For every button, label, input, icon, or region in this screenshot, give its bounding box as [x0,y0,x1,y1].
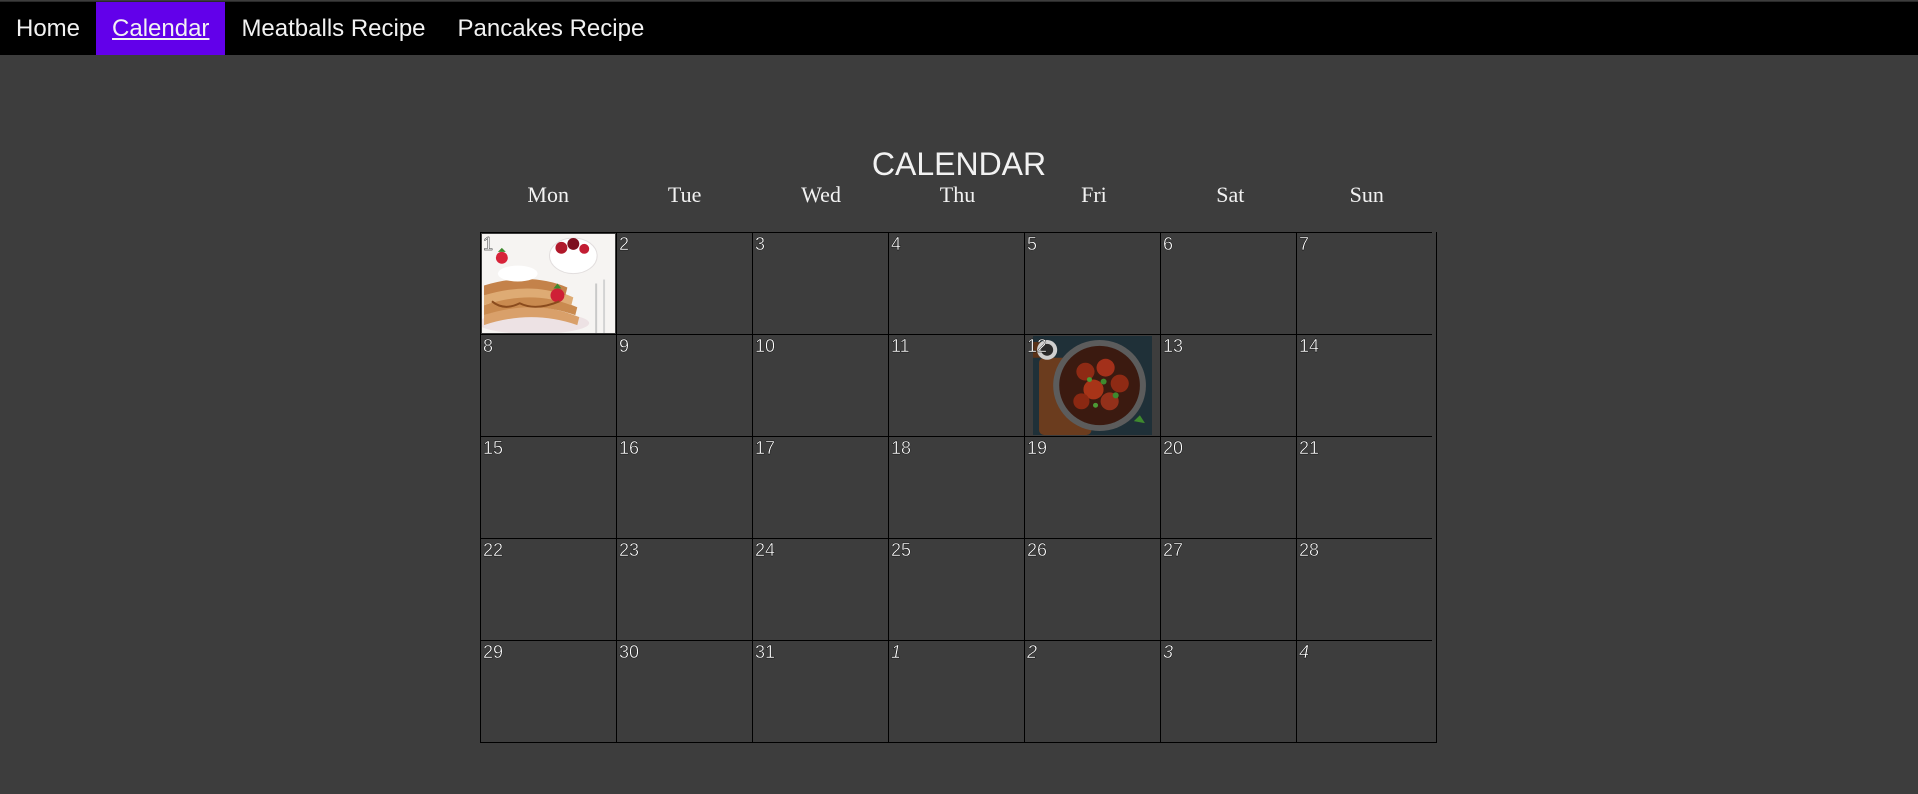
day-number: 8 [483,336,494,356]
day-number: 9 [619,336,630,356]
day-number: 18 [891,438,912,458]
day-number: 25 [891,540,912,560]
day-number: 6 [1163,234,1174,254]
calendar-day-cell[interactable]: 9 [616,334,752,436]
weekday-tue: Tue [667,182,702,207]
day-number: 21 [1299,438,1320,458]
day-number: 5 [1027,234,1038,254]
day-number: 22 [483,540,504,560]
calendar-day-cell[interactable]: 3 [1160,640,1296,742]
day-number: 3 [1163,642,1174,662]
calendar-day-cell[interactable]: 2 [616,232,752,334]
calendar-day-cell[interactable]: 27 [1160,538,1296,640]
day-number: 26 [1027,540,1048,560]
weekday-header-row: Mon Tue Wed Thu Fri Sat Sun [480,180,1435,210]
day-number: 28 [1299,540,1320,560]
calendar-day-cell[interactable]: 30 [616,640,752,742]
calendar-grid: 1 2 3 4 5 6 7 8 9 10 11 12 13 14 15 16 17 18 19 20 21 22 23 24… [480,232,1437,743]
day-number: 30 [619,642,640,662]
calendar-day-cell[interactable]: 16 [616,436,752,538]
day-number: 20 [1163,438,1184,458]
calendar-day-cell[interactable]: 2 [1024,640,1160,742]
weekday-sat: Sat [1216,182,1245,207]
day-number: 12 [1027,336,1048,356]
top-navigation-bar: Home Calendar Meatballs Recipe Pancakes … [0,1,1918,55]
day-number: 4 [891,234,902,254]
nav-link-meatballs-recipe[interactable]: Meatballs Recipe [225,2,441,55]
day-number: 7 [1299,234,1310,254]
calendar-day-cell[interactable]: 3 [752,232,888,334]
calendar-day-cell[interactable]: 1 [888,640,1024,742]
day-number: 15 [483,438,504,458]
calendar-day-cell[interactable]: 4 [888,232,1024,334]
day-number: 29 [483,642,504,662]
calendar-day-cell[interactable]: 5 [1024,232,1160,334]
calendar-day-cell[interactable]: 13 [1160,334,1296,436]
calendar-day-cell[interactable]: 18 [888,436,1024,538]
day-number: 16 [619,438,640,458]
meatballs-photo[interactable] [1033,336,1152,435]
day-number: 1 [483,234,494,254]
day-number: 2 [619,234,630,254]
day-number: 13 [1163,336,1184,356]
calendar-day-cell[interactable]: 21 [1296,436,1432,538]
pancakes-photo[interactable] [482,234,615,333]
weekday-sun: Sun [1349,182,1384,207]
calendar-day-cell[interactable]: 17 [752,436,888,538]
calendar-day-cell[interactable]: 8 [480,334,616,436]
calendar-day-cell[interactable]: 22 [480,538,616,640]
day-number: 19 [1027,438,1048,458]
calendar-day-cell[interactable]: 11 [888,334,1024,436]
calendar-day-cell[interactable]: 29 [480,640,616,742]
nav-link-pancakes-recipe[interactable]: Pancakes Recipe [442,2,661,55]
calendar-day-cell[interactable]: 12 [1024,334,1160,436]
weekday-mon: Mon [527,182,569,207]
weekday-fri: Fri [1081,182,1107,207]
weekday-thu: Thu [939,182,976,207]
day-number: 2 [1027,642,1038,662]
calendar-day-cell[interactable]: 23 [616,538,752,640]
day-number: 4 [1299,642,1310,662]
nav-link-calendar[interactable]: Calendar [96,2,226,55]
day-number: 31 [755,642,776,662]
calendar-day-cell[interactable]: 28 [1296,538,1432,640]
calendar-day-cell[interactable]: 1 [480,232,616,334]
calendar-day-cell[interactable]: 14 [1296,334,1432,436]
calendar-day-cell[interactable]: 10 [752,334,888,436]
calendar-day-cell[interactable]: 20 [1160,436,1296,538]
calendar-day-cell[interactable]: 6 [1160,232,1296,334]
calendar-title: CALENDAR [871,146,1047,182]
day-number: 23 [619,540,640,560]
day-number: 11 [891,336,910,356]
calendar-day-cell[interactable]: 19 [1024,436,1160,538]
day-number: 3 [755,234,766,254]
day-number: 27 [1163,540,1184,560]
day-number: 10 [755,336,776,356]
calendar-day-cell[interactable]: 7 [1296,232,1432,334]
weekday-wed: Wed [801,182,841,207]
nav-link-home[interactable]: Home [0,2,96,55]
calendar-day-cell[interactable]: 15 [480,436,616,538]
calendar-day-cell[interactable]: 25 [888,538,1024,640]
calendar-day-cell[interactable]: 31 [752,640,888,742]
day-number: 1 [891,642,902,662]
calendar-day-cell[interactable]: 4 [1296,640,1432,742]
calendar-day-cell[interactable]: 26 [1024,538,1160,640]
day-number: 17 [755,438,776,458]
day-number: 14 [1299,336,1320,356]
day-number: 24 [755,540,776,560]
calendar-day-cell[interactable]: 24 [752,538,888,640]
